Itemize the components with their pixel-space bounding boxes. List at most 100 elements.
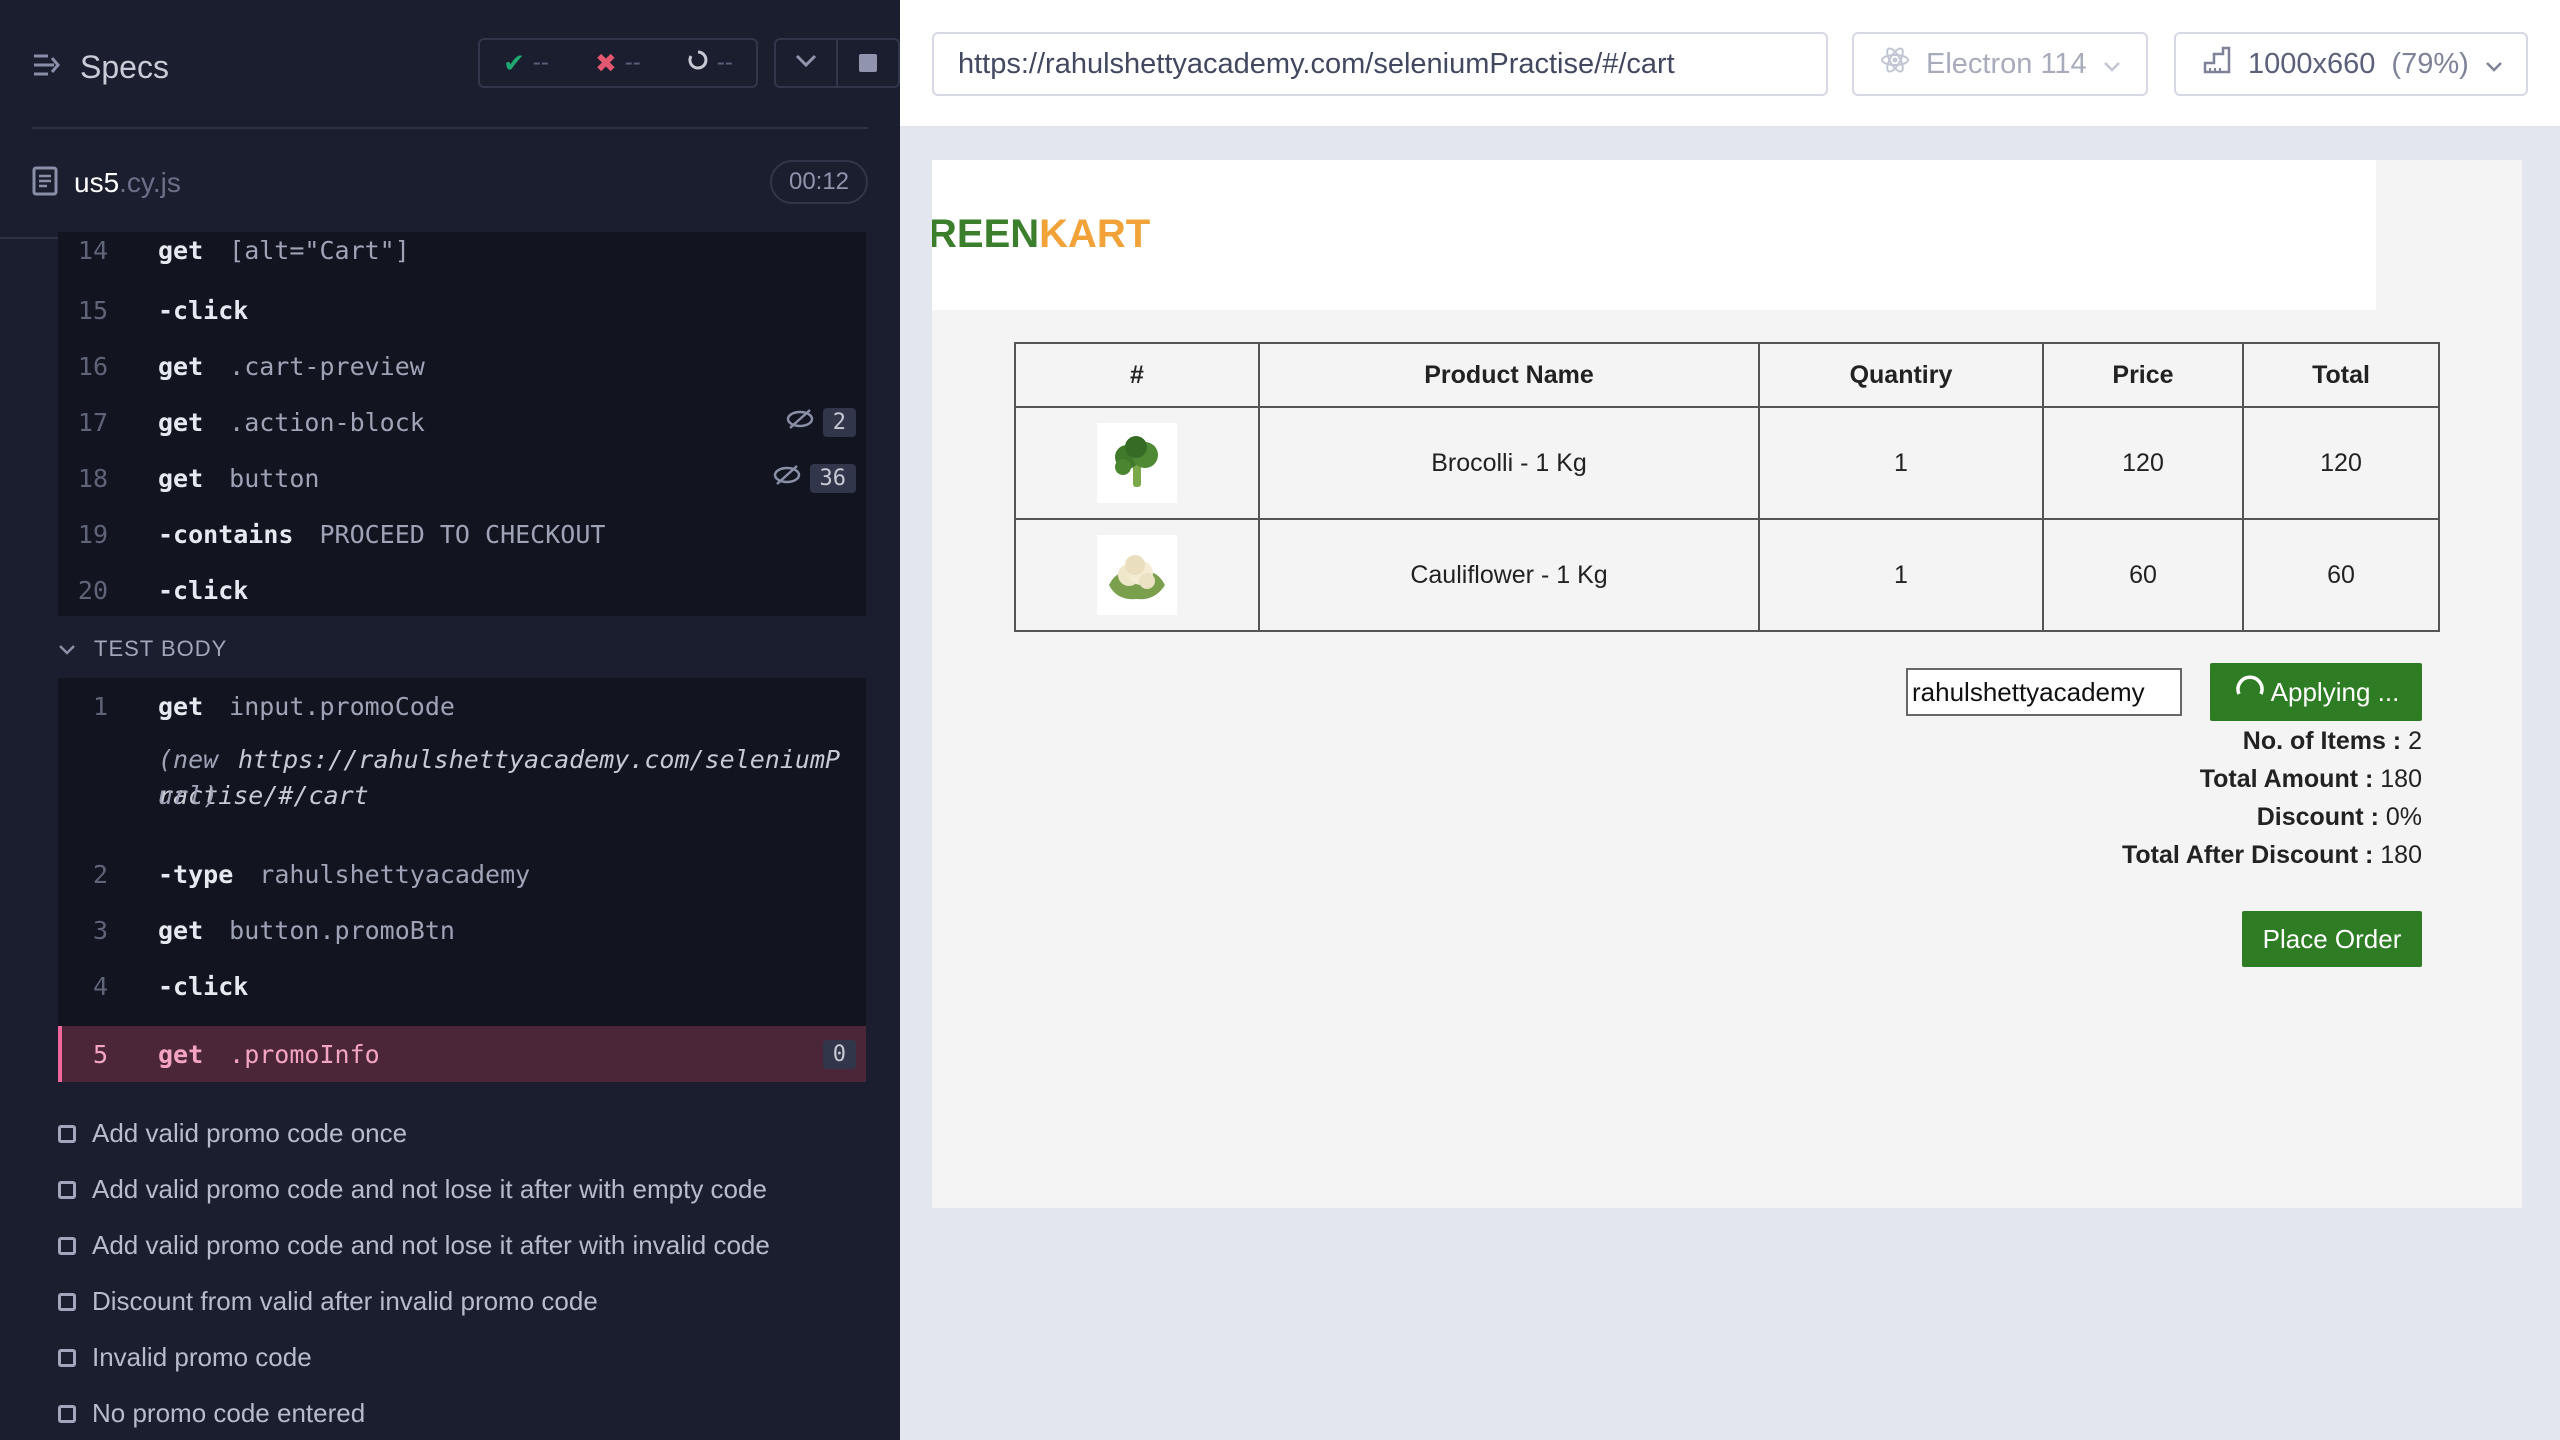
cart-table: # Product Name Quantiry Price Total Broc… xyxy=(1014,342,2440,632)
run-controls xyxy=(774,38,900,88)
document-icon xyxy=(32,166,58,201)
command-row[interactable]: 4 -click xyxy=(58,958,866,1014)
eye-slash-icon xyxy=(772,463,802,493)
test-item[interactable]: No promo code entered xyxy=(58,1398,365,1429)
product-quantity: 1 xyxy=(1758,518,2044,632)
table-header-row: # Product Name Quantiry Price Total xyxy=(1014,342,2440,408)
browser-name: Electron 114 xyxy=(1926,47,2087,80)
pending-stat: -- xyxy=(687,49,733,78)
electron-icon xyxy=(1880,45,1910,83)
chevron-down-icon xyxy=(795,54,817,73)
ruler-icon xyxy=(2202,45,2232,83)
pending-test-icon xyxy=(58,1180,76,1199)
command-row[interactable]: 18 get button 36 xyxy=(58,450,866,506)
command-row[interactable]: 15 -click xyxy=(58,282,866,338)
test-item[interactable]: Add valid promo code once xyxy=(58,1118,407,1149)
order-summary: No. of Items : 2 Total Amount : 180 Disc… xyxy=(2122,722,2422,874)
stop-icon xyxy=(859,54,877,72)
column-header: Price xyxy=(2042,342,2244,408)
discount-line: Discount : 0% xyxy=(2256,803,2422,831)
failed-stat: ✖ -- xyxy=(594,47,641,78)
pending-test-icon xyxy=(58,1236,76,1255)
product-price: 60 xyxy=(2042,518,2244,632)
test-stats: ✔ -- ✖ -- -- xyxy=(478,38,758,88)
test-item[interactable]: Add valid promo code and not lose it aft… xyxy=(58,1174,767,1205)
eye-slash-icon xyxy=(785,407,815,437)
product-image-cell xyxy=(1014,518,1260,632)
viewport-zoom: (79%) xyxy=(2391,47,2469,80)
total-after-discount-line: Total After Discount : 180 xyxy=(2121,841,2422,869)
command-row[interactable]: 2 -type rahulshettyacademy xyxy=(58,846,866,902)
test-body-commands: 1 get input.promoCode (new url) https://… xyxy=(58,678,866,1082)
browser-selector[interactable]: Electron 114 xyxy=(1852,32,2148,96)
pending-test-icon xyxy=(58,1124,76,1143)
table-row: Brocolli - 1 Kg 1 120 120 xyxy=(1014,406,2440,520)
new-url-event[interactable]: (new url) https://rahulshettyacademy.com… xyxy=(158,742,848,814)
promo-code-input[interactable]: rahulshettyacademy xyxy=(1906,668,2182,716)
spinner-icon xyxy=(687,49,709,78)
cross-icon: ✖ xyxy=(594,47,617,78)
total-amount-line: Total Amount : 180 xyxy=(2199,765,2422,793)
viewport-size: 1000x660 xyxy=(2248,47,2376,80)
product-total: 120 xyxy=(2242,406,2440,520)
column-header: Total xyxy=(2242,342,2440,408)
check-icon: ✔ xyxy=(503,47,525,78)
viewport-selector[interactable]: 1000x660 (79%) xyxy=(2174,32,2528,96)
element-count-badge: 0 xyxy=(822,1039,856,1069)
new-url-label: (new url) xyxy=(158,745,219,810)
pending-test-icon xyxy=(58,1348,76,1367)
greenkart-logo[interactable]: REENKART xyxy=(932,212,1150,257)
new-url-value: https://rahulshettyacademy.com/seleniumP… xyxy=(158,745,841,810)
test-item[interactable]: Invalid promo code xyxy=(58,1342,312,1373)
specs-toggle[interactable]: Specs xyxy=(32,38,169,96)
test-item[interactable]: Discount from valid after invalid promo … xyxy=(58,1286,598,1317)
product-name: Cauliflower - 1 Kg xyxy=(1258,518,1760,632)
hidden-elements-badge: 36 xyxy=(772,463,856,493)
divider xyxy=(32,127,868,129)
specs-header: Specs ✔ -- ✖ -- -- xyxy=(32,38,900,96)
reporter-panel: Specs ✔ -- ✖ -- -- us5 .cy.js 00:12 14 g… xyxy=(0,0,900,1440)
command-row[interactable]: 14 get [alt="Cart"] xyxy=(58,232,866,268)
specs-list-icon xyxy=(32,49,62,86)
passed-stat: ✔ -- xyxy=(503,47,549,78)
command-row[interactable]: 3 get button.promoBtn xyxy=(58,902,866,958)
command-row[interactable]: 20 -click xyxy=(58,562,866,618)
pending-test-icon xyxy=(58,1404,76,1423)
test-item[interactable]: Add valid promo code and not lose it aft… xyxy=(58,1230,770,1261)
broccoli-image xyxy=(1097,423,1177,503)
product-image-cell xyxy=(1014,406,1260,520)
apply-promo-label: Applying ... xyxy=(2270,676,2400,707)
apply-promo-button[interactable]: Applying ... xyxy=(2210,663,2422,721)
spec-duration: 00:12 xyxy=(770,160,868,204)
pending-test-icon xyxy=(58,1292,76,1311)
column-header: Product Name xyxy=(1258,342,1760,408)
column-header: Quantiry xyxy=(1758,342,2044,408)
product-total: 60 xyxy=(2242,518,2440,632)
spec-file-name: us5 xyxy=(74,167,120,198)
command-row-active[interactable]: 5 get .promoInfo 0 xyxy=(58,1026,866,1082)
place-order-button[interactable]: Place Order xyxy=(2242,911,2422,967)
aut-toolbar: https://rahulshettyacademy.com/seleniumP… xyxy=(900,0,2560,128)
product-name: Brocolli - 1 Kg xyxy=(1258,406,1760,520)
command-row[interactable]: 16 get .cart-preview xyxy=(58,338,866,394)
spec-file-row: us5 .cy.js 00:12 xyxy=(32,158,868,208)
url-bar[interactable]: https://rahulshettyacademy.com/seleniumP… xyxy=(932,32,1828,96)
product-price: 120 xyxy=(2042,406,2244,520)
product-quantity: 1 xyxy=(1758,406,2044,520)
test-body-header[interactable]: TEST BODY xyxy=(58,636,227,662)
site-header: REENKART xyxy=(932,160,2376,310)
command-row[interactable]: 19 -contains PROCEED TO CHECKOUT xyxy=(58,506,866,562)
chevron-down-icon xyxy=(58,636,76,662)
collapse-button[interactable] xyxy=(776,40,838,86)
table-row: Cauliflower - 1 Kg 1 60 60 xyxy=(1014,518,2440,632)
column-header: # xyxy=(1014,342,1260,408)
command-row[interactable]: 17 get .action-block 2 xyxy=(58,394,866,450)
items-count-line: No. of Items : 2 xyxy=(2242,727,2422,755)
specs-title: Specs xyxy=(80,48,169,85)
hidden-elements-badge: 2 xyxy=(785,407,856,437)
stop-button[interactable] xyxy=(838,40,898,86)
chevron-down-icon xyxy=(2485,48,2503,81)
cauliflower-image xyxy=(1097,535,1177,615)
before-each-commands: 14 get [alt="Cart"] 15 -click 16 get .ca… xyxy=(58,232,866,616)
chevron-down-icon xyxy=(2103,48,2121,81)
